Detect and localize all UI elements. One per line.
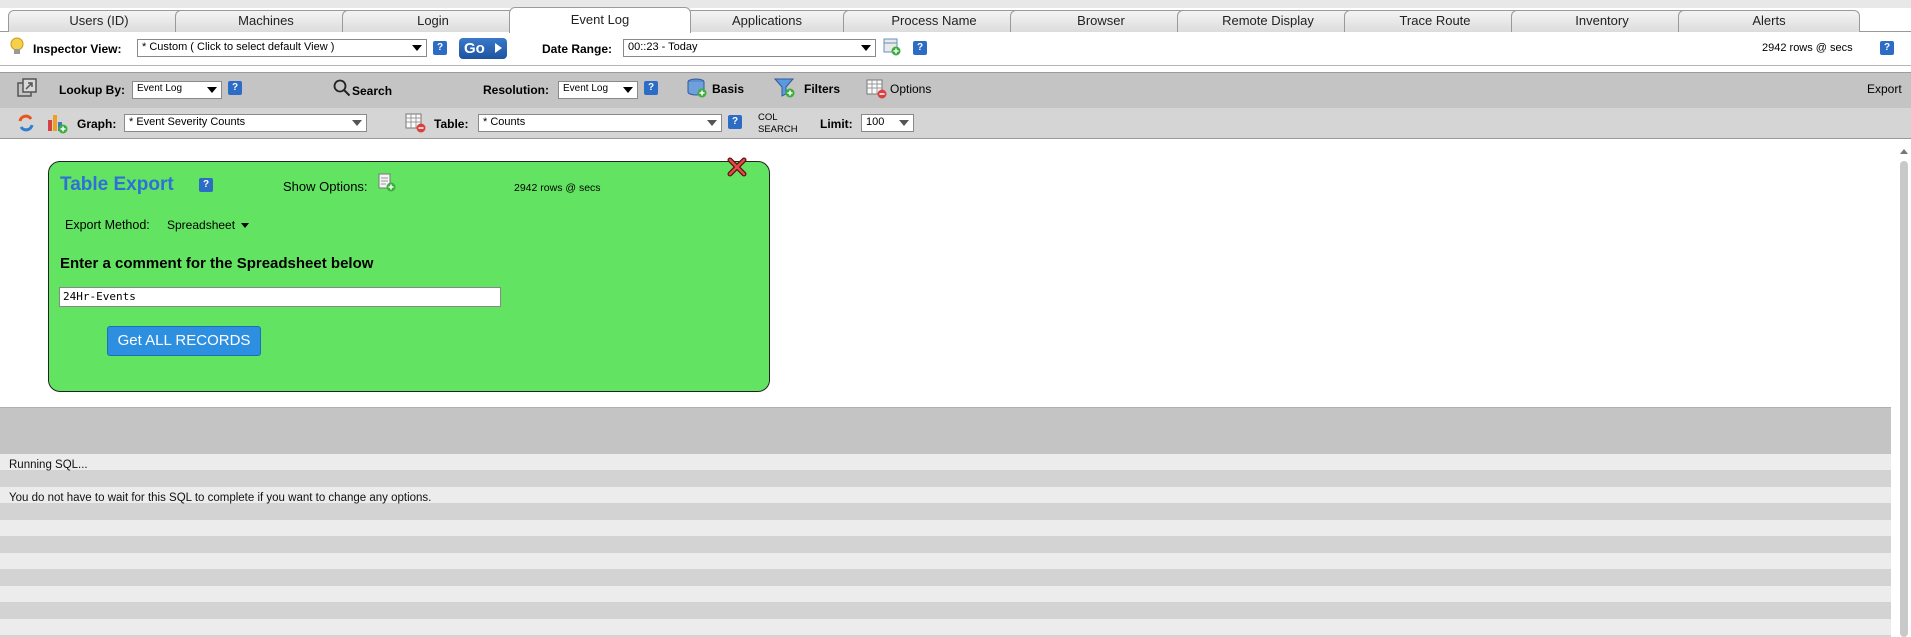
search-label[interactable]: Search	[352, 84, 392, 98]
graph-value: * Event Severity Counts	[129, 116, 246, 128]
chevron-down-icon	[623, 87, 633, 93]
lightbulb-icon	[10, 37, 24, 54]
filter-funnel-icon[interactable]	[774, 77, 796, 99]
inspector-view-select[interactable]: * Custom ( Click to select default View …	[137, 39, 427, 57]
status-help-icon[interactable]: ?	[1880, 41, 1894, 55]
table-select[interactable]: * Counts	[478, 114, 722, 132]
chevron-down-icon	[412, 45, 422, 51]
export-method-select[interactable]: Spreadsheet	[167, 218, 250, 232]
popout-icon[interactable]	[17, 78, 37, 98]
table-help-icon[interactable]: ?	[728, 115, 742, 129]
close-icon[interactable]	[725, 155, 749, 179]
refresh-icon[interactable]	[16, 113, 36, 133]
filters-label[interactable]: Filters	[804, 82, 840, 96]
go-label: Go	[464, 40, 485, 57]
tab-remote-display[interactable]: Remote Display	[1177, 10, 1359, 32]
dialog-rows-status: 2942 rows @ secs	[514, 182, 601, 194]
date-range-value: 00::23 - Today	[628, 41, 698, 53]
chevron-down-icon	[707, 120, 717, 126]
resolution-help-icon[interactable]: ?	[644, 81, 658, 95]
dialog-help-icon[interactable]: ?	[199, 178, 213, 192]
export-method-value: Spreadsheet	[167, 218, 236, 232]
get-all-records-button[interactable]: Get ALL RECORDS	[107, 326, 261, 356]
dialog-title: Table Export	[60, 174, 174, 195]
running-sql-message: Running SQL...	[9, 459, 88, 471]
tab-machines[interactable]: Machines	[175, 10, 357, 32]
graph-select[interactable]: * Event Severity Counts	[124, 114, 367, 132]
vertical-scrollbar[interactable]	[1897, 145, 1911, 637]
play-arrow-icon	[495, 43, 502, 53]
options-table-icon[interactable]	[866, 78, 888, 100]
tab-trace-route[interactable]: Trace Route	[1344, 10, 1526, 32]
basis-label[interactable]: Basis	[712, 82, 744, 96]
tab-process-name[interactable]: Process Name	[843, 10, 1025, 32]
tab-bar-top-strip	[0, 0, 1911, 8]
results-area	[0, 454, 1891, 637]
basis-database-icon[interactable]	[686, 77, 708, 99]
tab-inventory[interactable]: Inventory	[1511, 10, 1693, 32]
date-range-label: Date Range:	[542, 42, 613, 56]
bar-chart-icon[interactable]	[46, 112, 68, 134]
chevron-down-icon	[207, 87, 217, 93]
limit-select[interactable]: 100	[861, 114, 914, 132]
chevron-down-icon	[352, 120, 362, 126]
lookup-by-select[interactable]: Event Log	[132, 81, 222, 99]
tab-alerts[interactable]: Alerts	[1678, 10, 1860, 32]
resolution-label: Resolution:	[483, 83, 549, 97]
graph-label: Graph:	[77, 117, 117, 131]
date-range-help-icon[interactable]: ?	[913, 41, 927, 55]
tab-users[interactable]: Users (ID)	[8, 10, 190, 32]
comment-textarea[interactable]: 24Hr-Events	[59, 287, 501, 307]
options-label[interactable]: Options	[890, 82, 931, 96]
chevron-down-icon	[861, 45, 871, 51]
inspector-help-icon[interactable]: ?	[433, 41, 447, 55]
scrollbar-thumb[interactable]	[1900, 161, 1908, 637]
scroll-up-icon[interactable]	[1900, 149, 1908, 154]
show-options-label: Show Options:	[283, 179, 368, 194]
table-remove-icon[interactable]	[405, 112, 427, 134]
go-button[interactable]: Go	[459, 38, 507, 59]
limit-value: 100	[866, 116, 885, 128]
tab-bar: Users (ID) Machines Login Event Log Appl…	[0, 0, 1911, 33]
caret-down-icon	[241, 223, 250, 228]
tab-login[interactable]: Login	[342, 10, 524, 32]
no-wait-message: You do not have to wait for this SQL to …	[9, 492, 432, 504]
export-method-label: Export Method:	[65, 218, 150, 232]
resolution-value: Event Log	[563, 83, 609, 94]
limit-label: Limit:	[820, 117, 853, 131]
lookup-help-icon[interactable]: ?	[228, 81, 242, 95]
rows-status: 2942 rows @ secs	[1762, 42, 1853, 54]
chevron-down-icon	[899, 120, 909, 126]
table-label: Table:	[434, 117, 469, 131]
col-search-label-bottom[interactable]: SEARCH	[758, 124, 798, 135]
date-range-select[interactable]: 00::23 - Today	[623, 39, 876, 57]
tab-browser[interactable]: Browser	[1010, 10, 1192, 32]
tab-applications[interactable]: Applications	[676, 10, 858, 32]
lookup-by-label: Lookup By:	[59, 83, 125, 97]
add-calendar-icon[interactable]	[883, 37, 901, 57]
comment-heading: Enter a comment for the Spreadsheet belo…	[60, 255, 374, 272]
search-icon[interactable]	[333, 79, 351, 97]
results-header-band	[0, 407, 1891, 454]
toolbar-row-lookup	[0, 72, 1911, 108]
inspector-view-label: Inspector View:	[33, 42, 122, 56]
lookup-by-value: Event Log	[137, 83, 183, 94]
comment-value: 24Hr-Events	[63, 290, 136, 303]
table-value: * Counts	[483, 116, 526, 128]
inspector-view-value: * Custom ( Click to select default View …	[142, 41, 335, 53]
tab-event-log[interactable]: Event Log	[509, 7, 691, 33]
col-search-label-top[interactable]: COL	[758, 112, 778, 123]
export-label[interactable]: Export	[1867, 82, 1902, 96]
show-options-icon[interactable]	[377, 173, 397, 193]
table-export-dialog: Table Export ? Show Options: 2942 rows @…	[48, 157, 770, 392]
resolution-select[interactable]: Event Log	[558, 81, 638, 99]
